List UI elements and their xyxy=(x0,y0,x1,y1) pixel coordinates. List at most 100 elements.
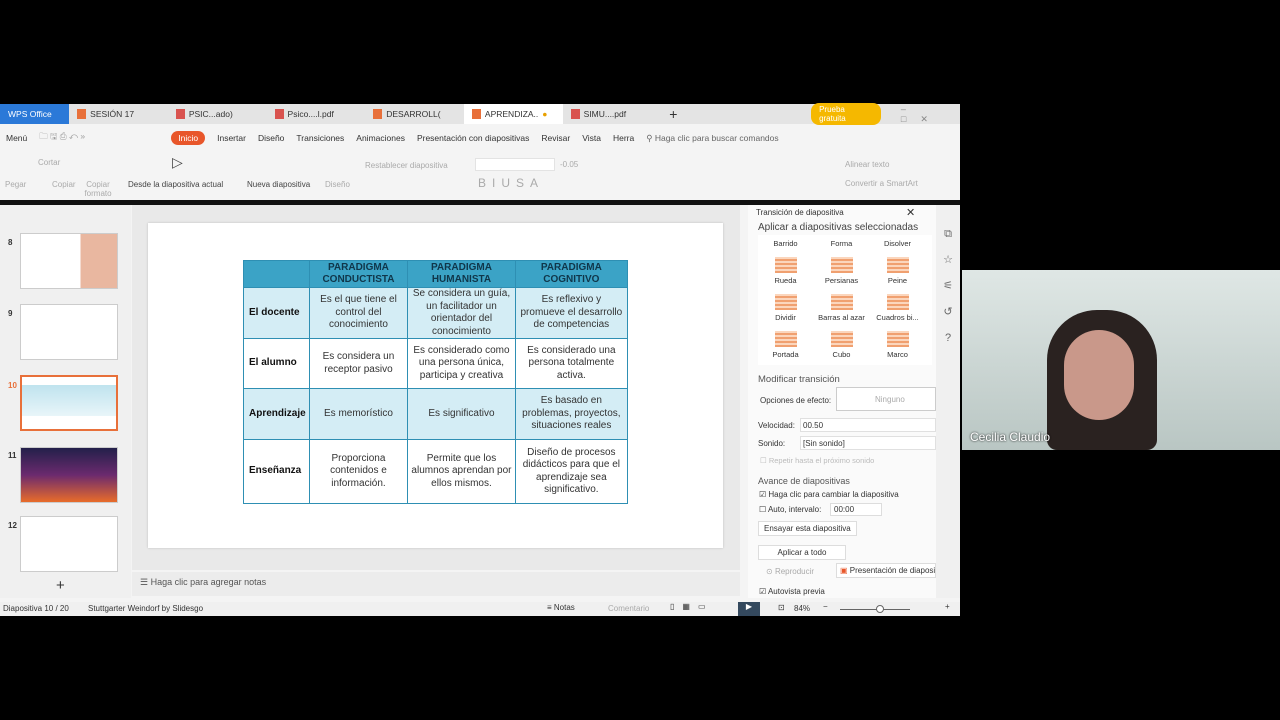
repeat-sound-checkbox[interactable]: ☐ Repetir hasta el próximo sonido xyxy=(760,456,874,465)
cut-button[interactable]: Cortar xyxy=(38,158,60,167)
help-icon[interactable]: ? xyxy=(936,325,960,351)
effect-rueda[interactable]: Rueda xyxy=(758,257,813,285)
font-size-select[interactable]: -0.05 xyxy=(560,160,578,169)
zoom-in-button[interactable]: + xyxy=(945,602,950,611)
zoom-slider-handle[interactable] xyxy=(876,605,884,613)
click-advance-checkbox[interactable]: ☑ Haga clic para cambiar la diapositiva xyxy=(759,490,899,499)
tab-animaciones[interactable]: Animaciones xyxy=(356,133,405,143)
reset-slide-button[interactable]: Restablecer diapositiva xyxy=(365,161,448,170)
effect-cubo[interactable]: Cubo xyxy=(814,331,869,359)
settings-sliders-icon[interactable]: ⚟ xyxy=(936,273,960,299)
table-cell: Es considera un receptor pasivo xyxy=(308,338,409,389)
effect-peine[interactable]: Peine xyxy=(870,257,925,285)
history-icon[interactable]: ↺ xyxy=(936,299,960,325)
autopreview-checkbox[interactable]: ☑ Autovista previa xyxy=(759,587,825,596)
align-text-button[interactable]: Alinear texto xyxy=(845,160,889,169)
effect-options-select[interactable]: Ninguno xyxy=(836,387,936,411)
menu-button[interactable]: Menú xyxy=(6,133,27,143)
effect-cuadros[interactable]: Cuadros bi... xyxy=(870,294,925,322)
header-cell: PARADIGMA COGNITIVO xyxy=(514,260,629,288)
add-slide-plus-icon[interactable]: + xyxy=(56,577,65,594)
slide[interactable]: PARADIGMA CONDUCTISTA PARADIGMA HUMANIST… xyxy=(148,223,723,548)
tab-inicio[interactable]: Inicio xyxy=(171,131,206,145)
zoom-out-button[interactable]: − xyxy=(823,602,828,611)
speed-input[interactable]: 00.50 xyxy=(800,418,936,432)
notes-toggle[interactable]: ≡ Notas xyxy=(547,603,575,612)
effect-portada[interactable]: Portada xyxy=(758,331,813,359)
modify-transition-heading: Modificar transición xyxy=(758,374,840,385)
from-current-slide-button[interactable]: Desde la diapositiva actual xyxy=(128,180,223,189)
sound-select[interactable]: [Sin sonido] xyxy=(800,436,936,450)
font-name-select[interactable] xyxy=(475,158,555,171)
text-format-icons[interactable]: BIUSA xyxy=(478,176,544,190)
play-slideshow-button[interactable]: ▶ xyxy=(738,602,760,616)
slide-thumb-12[interactable] xyxy=(20,516,118,572)
zoom-slider[interactable] xyxy=(840,609,910,610)
apply-all-button[interactable]: Aplicar a todo xyxy=(758,545,846,560)
blinds-icon xyxy=(830,257,853,273)
tab-doc[interactable]: SESIÓN 17 xyxy=(69,104,168,124)
view-mode-icons[interactable]: ▯▦▭ xyxy=(670,602,714,611)
fit-icon[interactable]: ⊡ xyxy=(778,603,785,612)
tab-doc[interactable]: DESARROLL( xyxy=(365,104,464,124)
slide-thumb-11[interactable] xyxy=(20,447,118,503)
notes-label: Notas xyxy=(553,603,575,612)
tab-label: SESIÓN 17 xyxy=(90,109,135,119)
tab-doc[interactable]: Psico....l.pdf xyxy=(267,104,366,124)
effect-barrido[interactable]: Barrido xyxy=(758,239,813,248)
wps-office-tab[interactable]: WPS Office xyxy=(0,104,70,124)
pdf-icon xyxy=(570,109,580,119)
panel-title[interactable]: Transición de diapositiva xyxy=(756,208,844,217)
table-cell: Es basado en problemas, proyectos, situa… xyxy=(514,388,629,440)
comment-toggle[interactable]: Comentario xyxy=(608,604,649,613)
effect-barras[interactable]: Barras al azar xyxy=(814,294,869,322)
close-icon[interactable]: ✕ xyxy=(906,206,915,219)
tab-diseno[interactable]: Diseño xyxy=(258,133,284,143)
tab-doc[interactable]: PSIC...ado) xyxy=(168,104,267,124)
table-cell: Se considera un guía, un facilitador un … xyxy=(407,287,516,339)
new-slide-button[interactable]: Nueva diapositiva xyxy=(247,180,310,189)
smartart-button[interactable]: Convertir a SmartArt xyxy=(845,179,918,188)
animation-icon[interactable]: ☆ xyxy=(936,247,960,273)
tab-insertar[interactable]: Insertar xyxy=(217,133,246,143)
quick-access-icons[interactable]: 🗀 🖫 ⎙ ↶ » xyxy=(39,131,159,145)
slideshow-button[interactable]: ▣ Presentación de diaposi xyxy=(836,563,936,578)
tab-transiciones[interactable]: Transiciones xyxy=(296,133,344,143)
copy-button[interactable]: Copiar xyxy=(52,180,76,189)
tab-revisar[interactable]: Revisar xyxy=(541,133,570,143)
slide-thumb-9[interactable] xyxy=(20,304,118,360)
notes-placeholder: Haga clic para agregar notas xyxy=(150,577,267,587)
effect-marco[interactable]: Marco xyxy=(870,331,925,359)
play-button[interactable]: ⊙ Reproducir xyxy=(766,567,814,576)
interval-input[interactable]: 00:00 xyxy=(830,503,882,516)
window-controls-icon[interactable]: –□✕ xyxy=(901,104,960,125)
effect-persianas[interactable]: Persianas xyxy=(814,257,869,285)
ppt-icon xyxy=(373,109,383,119)
play-icon: ▷ xyxy=(172,154,183,170)
search-commands[interactable]: ⚲ Haga clic para buscar comandos xyxy=(646,133,778,144)
status-bar: Diapositiva 10 / 20 Stuttgarter Weindorf… xyxy=(0,602,960,616)
zoom-level[interactable]: 84% xyxy=(794,604,810,613)
effect-dividir[interactable]: Dividir xyxy=(758,294,813,322)
tab-vista[interactable]: Vista xyxy=(582,133,601,143)
notes-area[interactable]: ☰ Haga clic para agregar notas xyxy=(132,572,740,596)
menu-bar: Menú 🗀 🖫 ⎙ ↶ » Inicio Insertar Diseño Tr… xyxy=(0,127,960,149)
slide-thumb-10-selected[interactable] xyxy=(20,375,118,431)
slide-thumb-8[interactable] xyxy=(20,233,118,289)
tab-presentacion[interactable]: Presentación con diapositivas xyxy=(417,133,529,143)
trial-button[interactable]: Prueba gratuita xyxy=(811,103,881,125)
rehearse-button[interactable]: Ensayar esta diapositiva xyxy=(758,521,857,536)
format-painter-button[interactable]: Copiar formato xyxy=(83,180,113,198)
transition-icon[interactable]: ⧉ xyxy=(936,221,960,247)
new-tab-plus-icon[interactable]: + xyxy=(661,104,691,124)
slide-number: 9 xyxy=(8,309,13,318)
layout-button[interactable]: Diseño xyxy=(325,180,350,189)
effect-disolver[interactable]: Disolver xyxy=(870,239,925,248)
auto-interval-checkbox[interactable]: ☐ Auto, intervalo: xyxy=(759,505,821,514)
effect-forma[interactable]: Forma xyxy=(814,239,869,248)
tab-doc[interactable]: SIMU....pdf xyxy=(563,104,662,124)
paste-button[interactable]: Pegar xyxy=(5,180,26,189)
tab-herramientas[interactable]: Herra xyxy=(613,133,634,143)
tab-doc-active[interactable]: APRENDIZA.. ● xyxy=(463,104,563,124)
effect-label: Portada xyxy=(772,350,799,359)
